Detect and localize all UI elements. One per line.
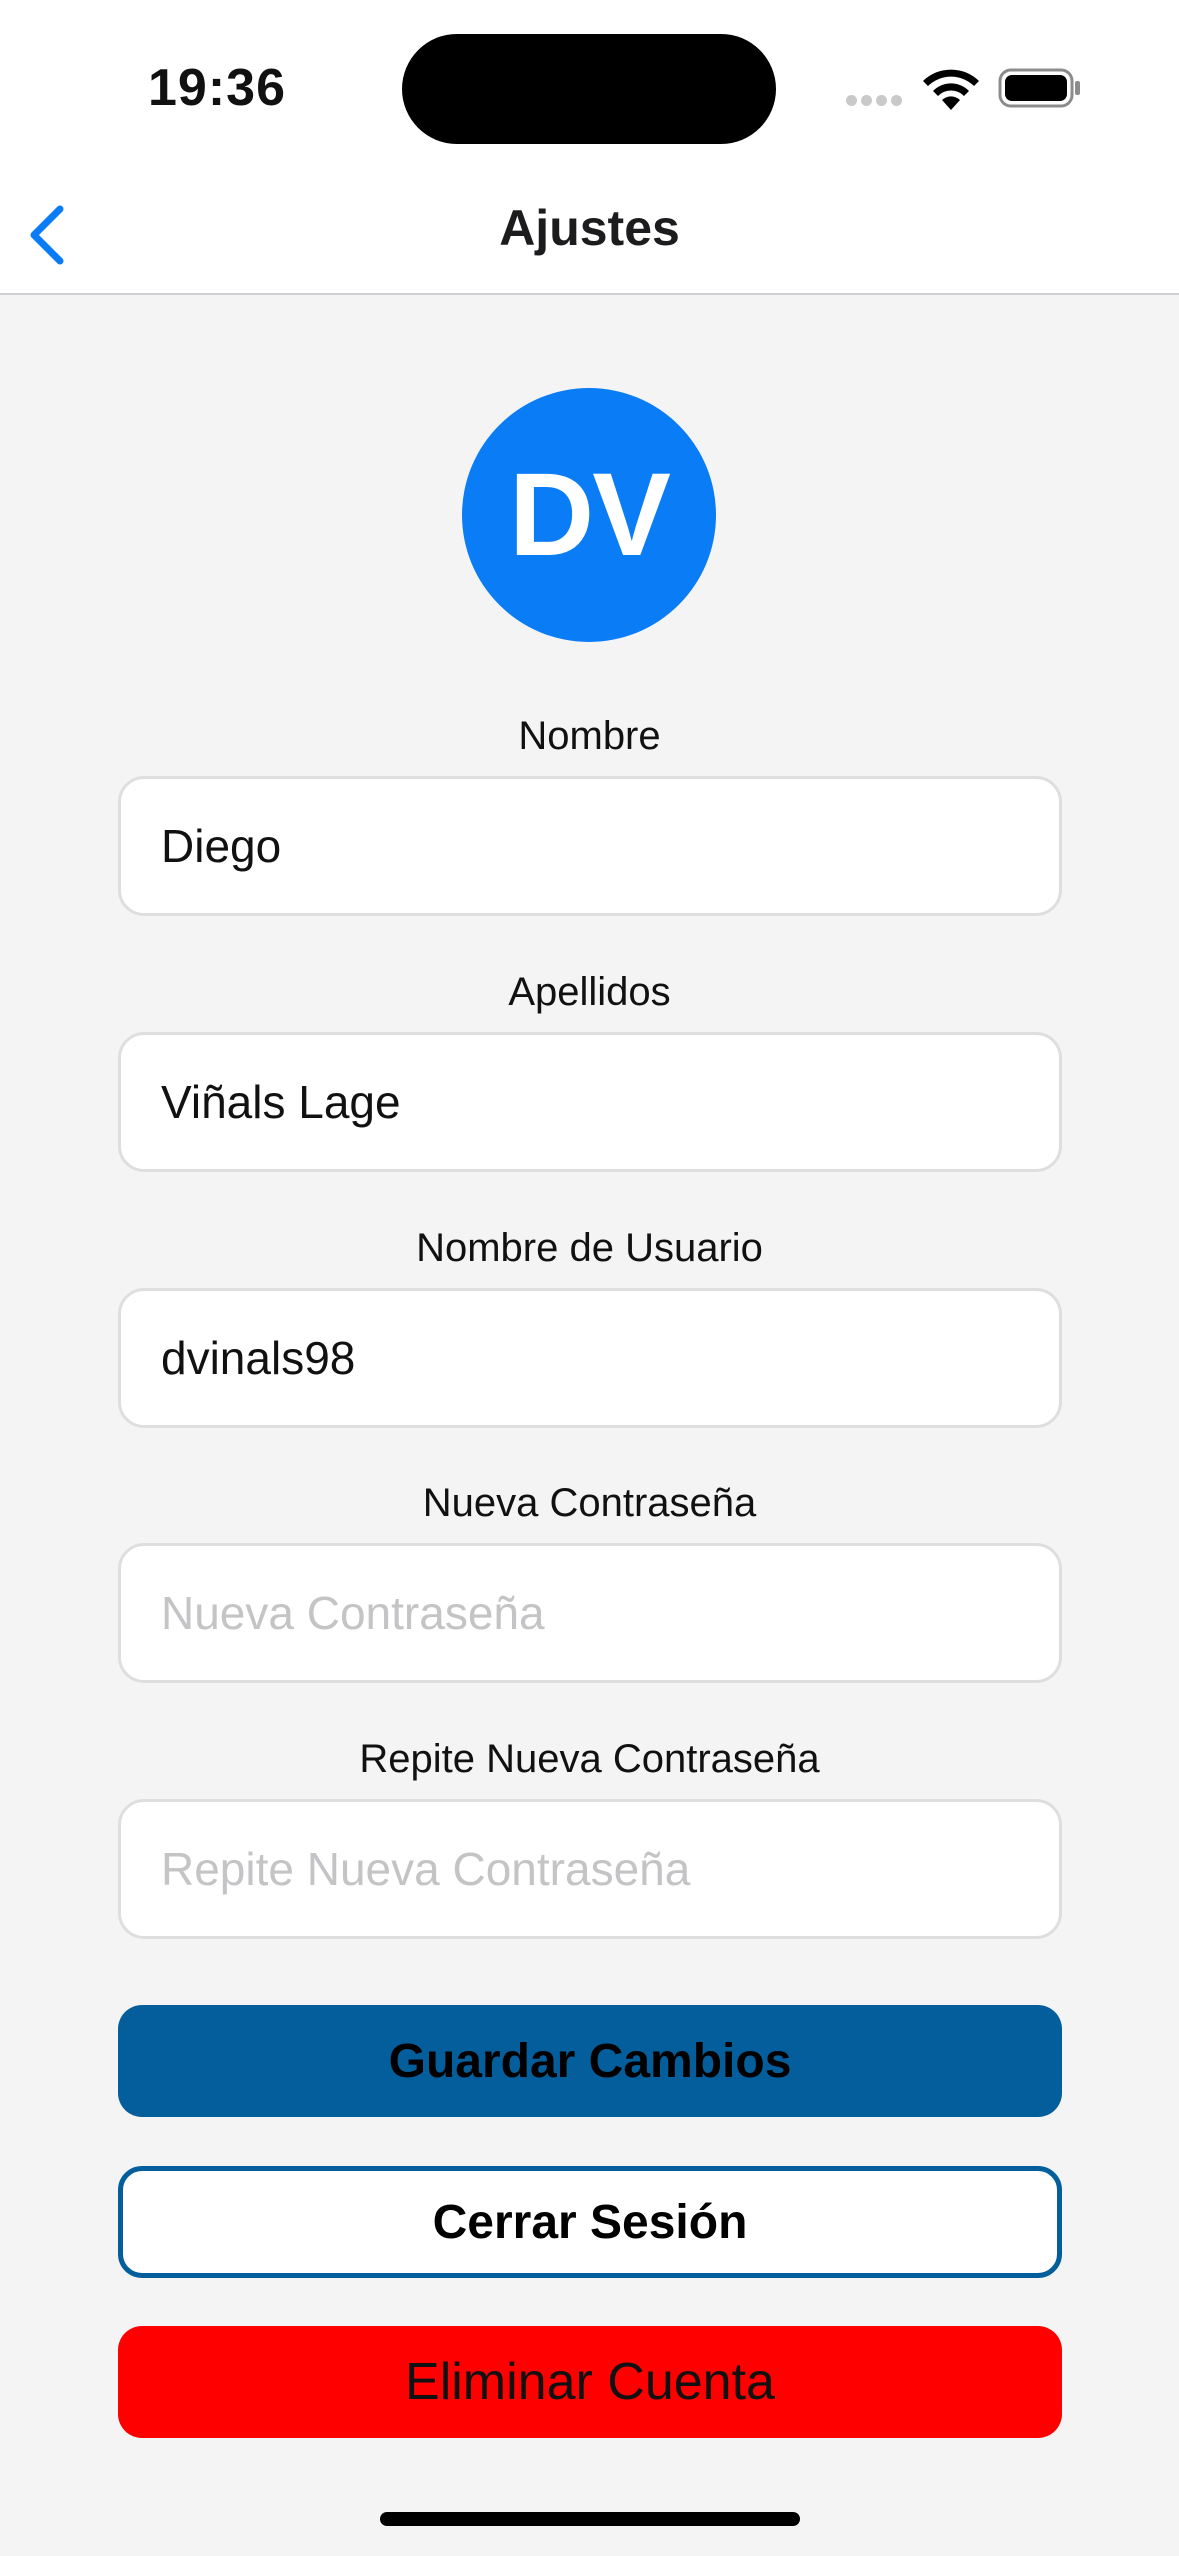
battery-icon	[998, 68, 1080, 108]
username-field[interactable]	[118, 1288, 1062, 1428]
save-changes-button[interactable]: Guardar Cambios	[118, 2005, 1062, 2117]
apellidos-label: Apellidos	[508, 970, 671, 1014]
home-indicator	[380, 2512, 800, 2526]
delete-account-button[interactable]: Eliminar Cuenta	[118, 2326, 1062, 2438]
apellidos-field[interactable]	[118, 1032, 1062, 1172]
page-title: Ajustes	[499, 200, 680, 256]
wifi-icon	[923, 69, 979, 110]
usuario-label: Nombre de Usuario	[416, 1226, 763, 1270]
repeat-password-field[interactable]	[118, 1799, 1062, 1939]
nombre-label: Nombre	[518, 714, 661, 758]
status-bar: 19:36	[0, 0, 1179, 175]
logout-button[interactable]: Cerrar Sesión	[118, 2166, 1062, 2278]
status-time: 19:36	[148, 59, 286, 117]
new-password-field[interactable]	[118, 1543, 1062, 1683]
avatar: DV	[462, 388, 716, 642]
nombre-field[interactable]	[118, 776, 1062, 916]
cellular-signal-icon	[846, 95, 904, 107]
nueva-contrasena-label: Nueva Contraseña	[422, 1481, 757, 1525]
dynamic-island	[402, 34, 776, 144]
repite-contrasena-label: Repite Nueva Contraseña	[359, 1737, 820, 1781]
navigation-bar: Ajustes	[0, 175, 1179, 295]
